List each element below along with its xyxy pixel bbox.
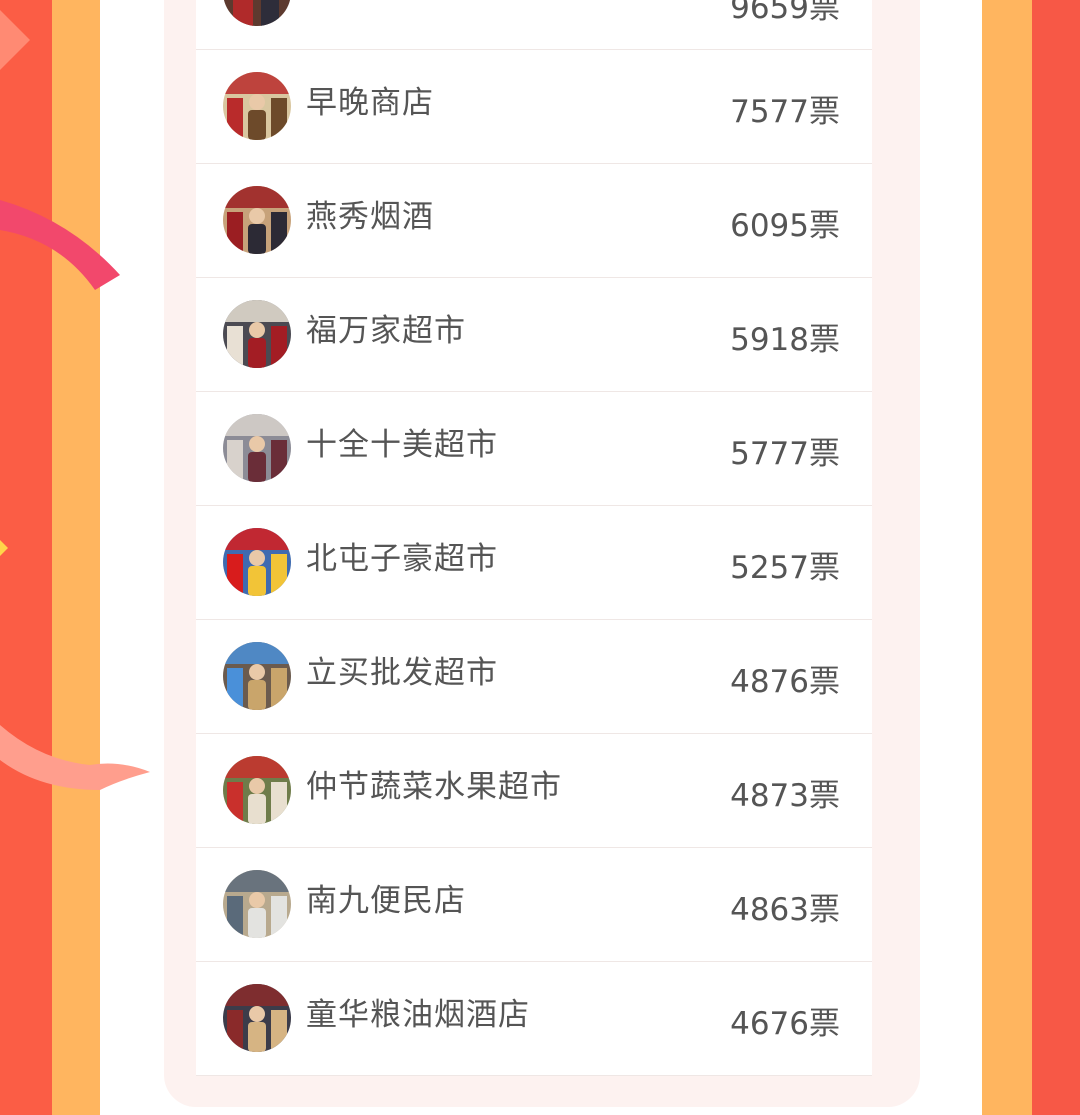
ranking-row[interactable]: 早晚商店 7577票 [196, 50, 872, 164]
right-orange-stripe [982, 0, 1032, 1115]
shop-votes: 5257票 [730, 550, 840, 586]
shop-avatar [223, 72, 291, 140]
ranking-row[interactable]: 南九便民店 4863票 [196, 848, 872, 962]
ranking-row-partial[interactable]: 9659票 [196, 0, 872, 50]
ranking-row[interactable]: 北屯子豪超市 5257票 [196, 506, 872, 620]
shop-votes: 5918票 [730, 322, 840, 358]
ranking-row[interactable]: 十全十美超市 5777票 [196, 392, 872, 506]
shop-votes: 4863票 [730, 892, 840, 928]
ranking-row[interactable]: 福万家超市 5918票 [196, 278, 872, 392]
shop-avatar [223, 642, 291, 710]
shop-avatar [223, 756, 291, 824]
shop-votes: 6095票 [730, 208, 840, 244]
shop-name: 南九便民店 [306, 883, 466, 919]
right-red-stripe [1032, 0, 1080, 1115]
shop-votes: 7577票 [730, 94, 840, 130]
shop-name: 早晚商店 [306, 85, 434, 121]
shop-avatar [223, 414, 291, 482]
shop-avatar [223, 186, 291, 254]
shop-avatar [223, 0, 291, 26]
shop-name: 北屯子豪超市 [306, 541, 498, 577]
ranking-row[interactable]: 立买批发超市 4876票 [196, 620, 872, 734]
shop-name: 立买批发超市 [306, 655, 498, 691]
ranking-row[interactable]: 燕秀烟酒 6095票 [196, 164, 872, 278]
shop-votes: 5777票 [730, 436, 840, 472]
shop-name: 福万家超市 [306, 313, 466, 349]
ranking-row[interactable]: 仲节蔬菜水果超市 4873票 [196, 734, 872, 848]
confetti-decoration [0, 10, 150, 790]
shop-avatar [223, 528, 291, 596]
shop-votes: 4876票 [730, 664, 840, 700]
ranking-list: 9659票 早晚商店 7577票燕秀烟酒 6095票福万家超市 5918票十全十美超市… [196, 0, 872, 1076]
shop-name: 十全十美超市 [306, 427, 498, 463]
shop-avatar [223, 300, 291, 368]
shop-avatar [223, 984, 291, 1052]
shop-votes: 4873票 [730, 778, 840, 814]
shop-name: 童华粮油烟酒店 [306, 997, 530, 1033]
shop-votes: 9659票 [730, 0, 840, 26]
shop-votes: 4676票 [730, 1006, 840, 1042]
shop-name: 仲节蔬菜水果超市 [306, 769, 562, 805]
ranking-row[interactable]: 童华粮油烟酒店 4676票 [196, 962, 872, 1076]
shop-avatar [223, 870, 291, 938]
shop-name: 燕秀烟酒 [306, 199, 434, 235]
